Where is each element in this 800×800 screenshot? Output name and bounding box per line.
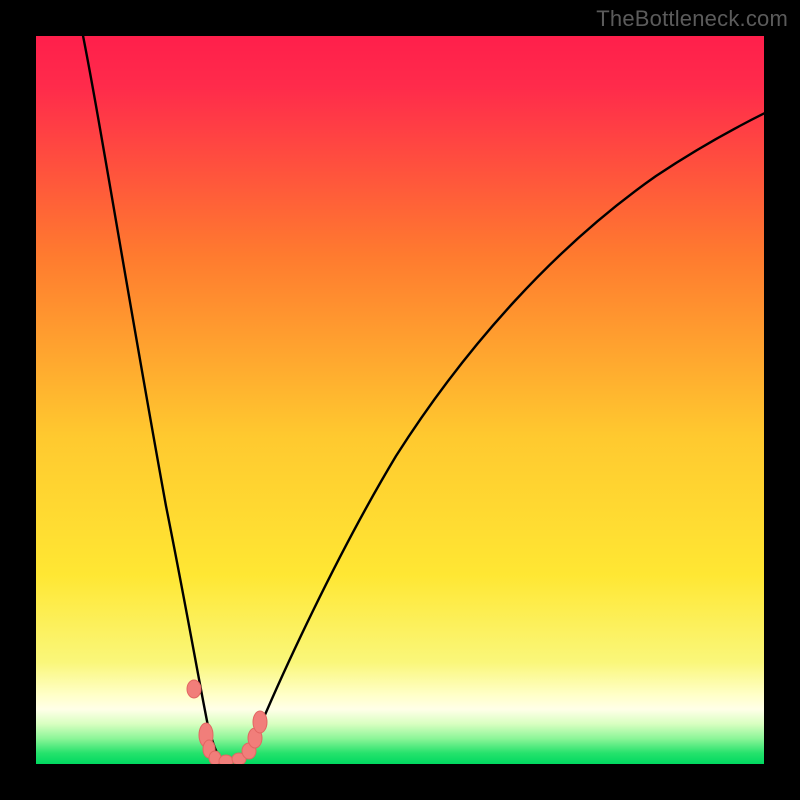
data-point <box>187 680 201 698</box>
plot-area <box>36 36 764 764</box>
watermark-text: TheBottleneck.com <box>596 6 788 32</box>
data-point <box>253 711 267 733</box>
data-point <box>219 755 233 764</box>
gradient-background <box>36 36 764 764</box>
chart-frame: TheBottleneck.com <box>0 0 800 800</box>
chart-svg <box>36 36 764 764</box>
